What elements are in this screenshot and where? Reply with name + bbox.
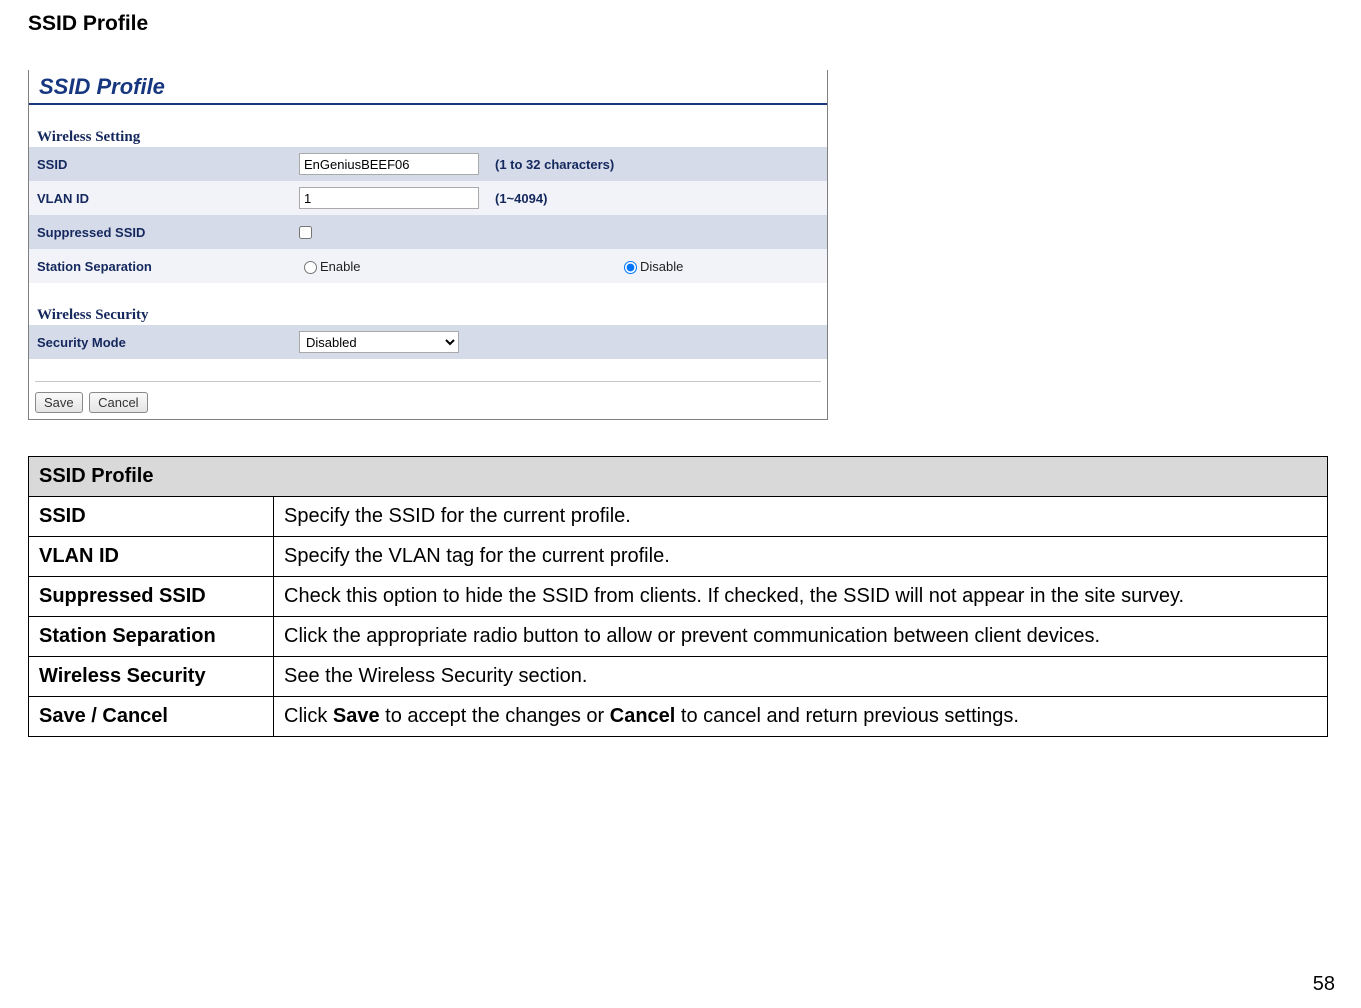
table-row: Station SeparationClick the appropriate …	[29, 617, 1328, 657]
desc-key: Wireless Security	[29, 657, 274, 697]
row-vlan: VLAN ID (1~4094)	[29, 181, 827, 215]
row-ssid: SSID (1 to 32 characters)	[29, 147, 827, 181]
ssid-hint: (1 to 32 characters)	[495, 157, 614, 172]
table-row: VLAN IDSpecify the VLAN tag for the curr…	[29, 537, 1328, 577]
ssid-profile-panel: SSID Profile Wireless Setting SSID (1 to…	[28, 70, 828, 420]
ssid-label: SSID	[37, 157, 299, 172]
save-button[interactable]: Save	[35, 392, 83, 413]
table-row: SSIDSpecify the SSID for the current pro…	[29, 497, 1328, 537]
row-security-mode: Security Mode Disabled	[29, 325, 827, 359]
desc-value: Check this option to hide the SSID from …	[274, 577, 1328, 617]
desc-key: SSID	[29, 497, 274, 537]
separation-radios: Enable Disable	[299, 258, 819, 274]
separation-enable-option[interactable]: Enable	[299, 258, 619, 274]
desc-key: Station Separation	[29, 617, 274, 657]
desc-header: SSID Profile	[29, 457, 1328, 497]
separation-enable-radio[interactable]	[304, 261, 317, 274]
table-row: Wireless SecuritySee the Wireless Securi…	[29, 657, 1328, 697]
desc-value: Specify the VLAN tag for the current pro…	[274, 537, 1328, 577]
description-table: SSID Profile SSIDSpecify the SSID for th…	[28, 456, 1328, 737]
divider	[35, 381, 821, 382]
wireless-setting-heading: Wireless Setting	[29, 105, 827, 147]
suppressed-label: Suppressed SSID	[37, 225, 299, 240]
row-suppressed: Suppressed SSID	[29, 215, 827, 249]
desc-value: Specify the SSID for the current profile…	[274, 497, 1328, 537]
separation-disable-option[interactable]: Disable	[619, 258, 683, 274]
vlan-hint: (1~4094)	[495, 191, 547, 206]
separation-disable-radio[interactable]	[624, 261, 637, 274]
suppressed-control	[299, 226, 316, 239]
security-mode-label: Security Mode	[37, 335, 299, 350]
separation-disable-label: Disable	[640, 259, 683, 274]
row-separation: Station Separation Enable Disable	[29, 249, 827, 283]
ssid-control: (1 to 32 characters)	[299, 153, 614, 175]
separation-enable-label: Enable	[320, 259, 360, 274]
ssid-input[interactable]	[299, 153, 479, 175]
wireless-security-heading: Wireless Security	[29, 283, 827, 325]
cancel-button[interactable]: Cancel	[89, 392, 147, 413]
panel-title: SSID Profile	[29, 70, 827, 105]
vlan-control: (1~4094)	[299, 187, 547, 209]
vlan-input[interactable]	[299, 187, 479, 209]
table-row: Suppressed SSIDCheck this option to hide…	[29, 577, 1328, 617]
desc-value: See the Wireless Security section.	[274, 657, 1328, 697]
security-mode-select[interactable]: Disabled	[299, 331, 459, 353]
button-row: Save Cancel	[29, 390, 827, 413]
desc-key: VLAN ID	[29, 537, 274, 577]
page-number: 58	[1313, 973, 1335, 996]
security-mode-control: Disabled	[299, 331, 459, 353]
doc-heading: SSID Profile	[28, 12, 1333, 36]
desc-key: Save / Cancel	[29, 697, 274, 737]
page: SSID Profile SSID Profile Wireless Setti…	[0, 0, 1361, 1008]
desc-value: Click the appropriate radio button to al…	[274, 617, 1328, 657]
desc-key: Suppressed SSID	[29, 577, 274, 617]
table-row: Save / CancelClick Save to accept the ch…	[29, 697, 1328, 737]
suppressed-checkbox[interactable]	[299, 226, 312, 239]
separation-label: Station Separation	[37, 259, 299, 274]
desc-value: Click Save to accept the changes or Canc…	[274, 697, 1328, 737]
vlan-label: VLAN ID	[37, 191, 299, 206]
